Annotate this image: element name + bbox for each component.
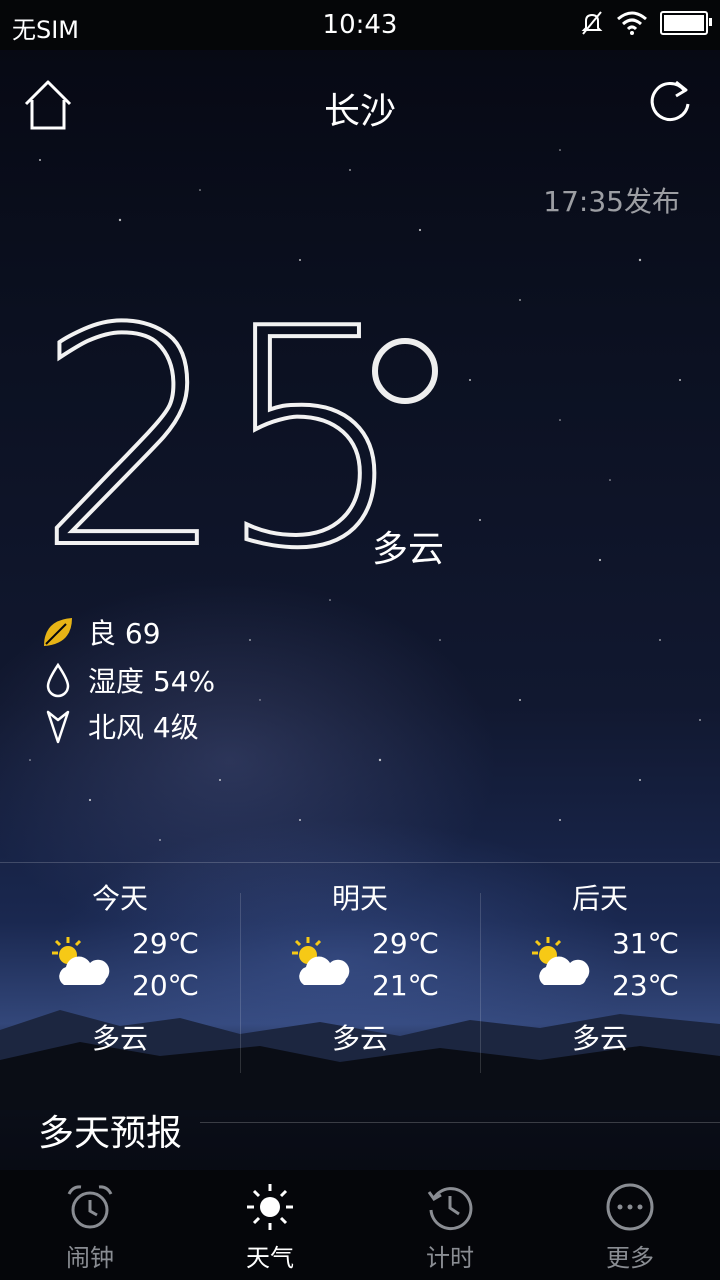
day-condition: 多云 [571, 1022, 628, 1055]
day-name: 今天 [91, 882, 148, 915]
header: 长沙 [0, 70, 720, 140]
refresh-icon[interactable] [644, 76, 696, 128]
more-dots-icon [606, 1183, 654, 1231]
tab-more[interactable]: 更多 [540, 1170, 720, 1280]
day-low: 20℃ [132, 969, 200, 1002]
tab-label: 更多 [606, 1244, 654, 1272]
section-divider [200, 1122, 720, 1123]
day-name: 明天 [331, 882, 388, 915]
day-low: 21℃ [372, 969, 440, 1002]
tab-alarm[interactable]: 闹钟 [0, 1170, 180, 1280]
day-condition: 多云 [331, 1022, 388, 1055]
bottom-tab-bar: 闹钟 天气 计时 更多 [0, 1170, 720, 1280]
battery-icon [660, 11, 712, 35]
bell-muted-icon [581, 11, 603, 35]
tab-weather[interactable]: 天气 [180, 1170, 360, 1280]
status-bar: 无SIM 10:43 [0, 0, 720, 50]
water-drop-icon [46, 662, 70, 698]
air-quality-row: 良 69 [40, 612, 161, 652]
day-card-day-after[interactable]: 后天 31℃ 23℃ 多云 [480, 863, 720, 1055]
humidity-text: 湿度 54% [88, 665, 216, 698]
partly-cloudy-icon [52, 937, 110, 985]
multi-day-forecast-title[interactable]: 多天预报 [38, 1104, 182, 1156]
alarm-clock-icon [67, 1185, 113, 1229]
publish-time: 17:35发布 [543, 185, 680, 218]
day-high: 29℃ [372, 927, 440, 960]
partly-cloudy-icon [532, 937, 590, 985]
wind-row: 北风 4级 [40, 706, 199, 746]
leaf-icon [44, 618, 72, 646]
wifi-icon [617, 11, 647, 35]
city-title[interactable]: 长沙 [0, 82, 720, 134]
wind-direction-icon [46, 710, 70, 744]
tab-label: 闹钟 [66, 1244, 114, 1272]
degree-symbol [372, 338, 438, 404]
tab-timer[interactable]: 计时 [360, 1170, 540, 1280]
day-low: 23℃ [612, 969, 680, 1002]
tab-label: 计时 [426, 1244, 474, 1272]
day-name: 后天 [571, 882, 628, 915]
three-day-forecast: 今天 29℃ 20℃ 多云 明天 29℃ 21℃ 多云 后天 31℃ 23℃ 多… [0, 862, 720, 1073]
wind-text: 北风 4级 [88, 711, 199, 744]
day-high: 29℃ [132, 927, 200, 960]
day-condition: 多云 [91, 1022, 148, 1055]
day-card-tomorrow[interactable]: 明天 29℃ 21℃ 多云 [240, 863, 480, 1055]
day-high: 31℃ [612, 927, 680, 960]
current-condition: 多云 [372, 529, 445, 570]
partly-cloudy-icon [292, 937, 350, 985]
day-card-today[interactable]: 今天 29℃ 20℃ 多云 [0, 863, 240, 1055]
air-quality-text: 良 69 [88, 617, 161, 650]
tab-label: 天气 [246, 1244, 294, 1272]
sun-icon [247, 1184, 293, 1230]
humidity-row: 湿度 54% [40, 660, 215, 700]
history-timer-icon [427, 1187, 473, 1231]
